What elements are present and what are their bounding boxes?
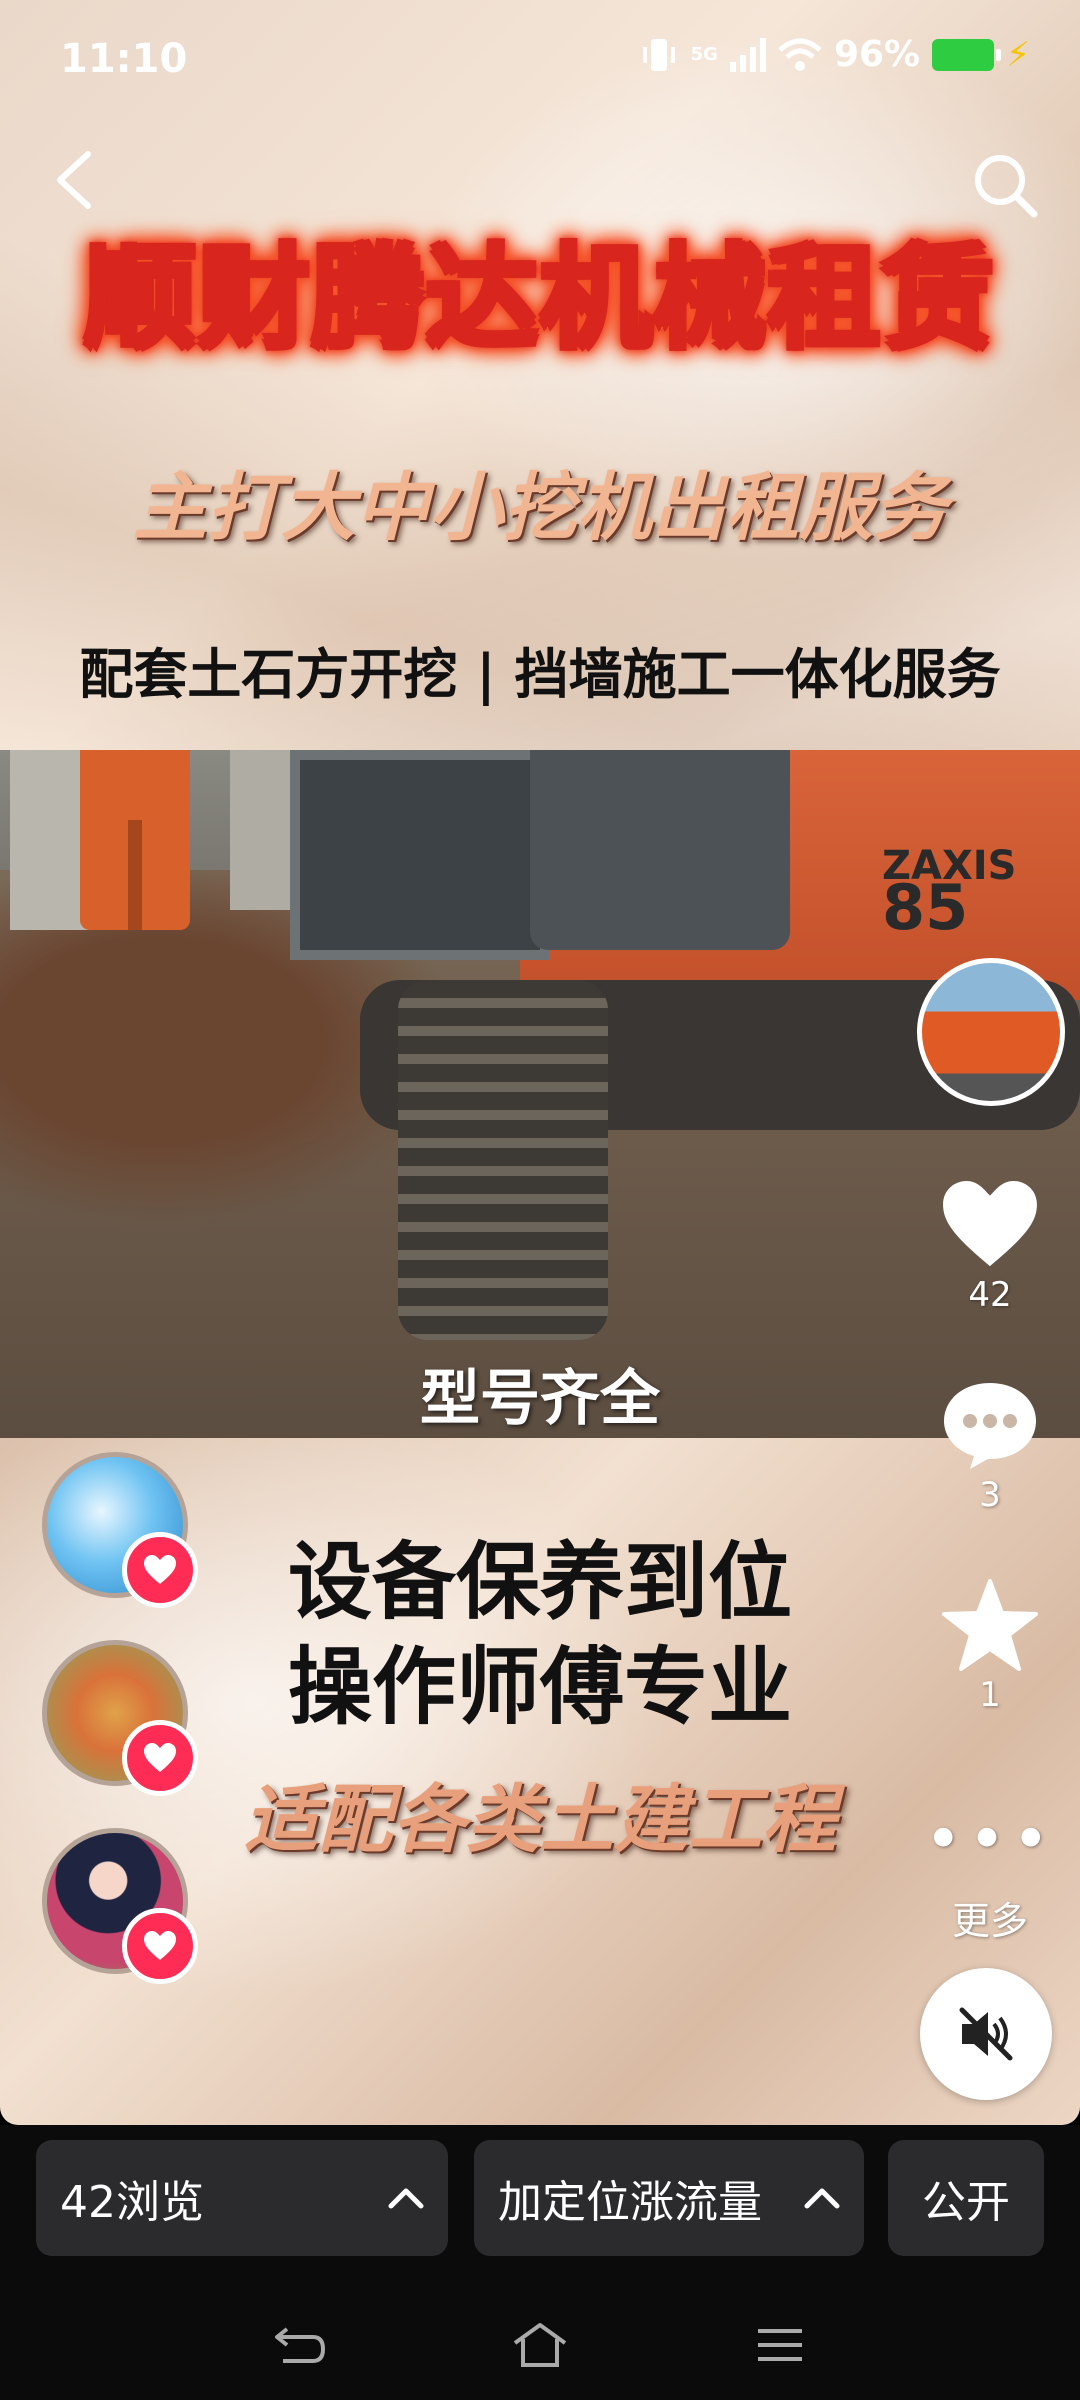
excavator-cab xyxy=(290,750,550,960)
excavator-photo: ZAXIS 85 型号齐全 xyxy=(0,750,1080,1438)
photo-caption: 型号齐全 xyxy=(420,1364,660,1434)
bottom-bar: 42浏览 加定位涨流量 公开 xyxy=(0,2125,1080,2400)
status-bar: 11:10 5G 96% ⚡ xyxy=(0,30,1080,90)
heart-badge-icon xyxy=(122,1532,198,1608)
comment-count: 3 xyxy=(979,1475,1001,1515)
nav-home-icon xyxy=(513,2323,567,2367)
like-button[interactable]: 42 xyxy=(930,1175,1050,1315)
visibility-button[interactable]: 公开 xyxy=(888,2140,1044,2256)
views-button[interactable]: 42浏览 xyxy=(36,2140,448,2256)
nav-menu-icon xyxy=(758,2329,802,2361)
photo-worker xyxy=(80,750,190,930)
back-icon[interactable] xyxy=(50,150,96,210)
vibrate-icon xyxy=(642,38,675,71)
chevron-up-icon xyxy=(804,2188,840,2209)
heart-icon xyxy=(943,1181,1037,1267)
comment-icon xyxy=(944,1383,1036,1469)
visibility-label: 公开 xyxy=(922,2177,1010,2228)
nav-menu-button[interactable] xyxy=(740,2305,820,2385)
comment-button[interactable]: 3 xyxy=(930,1375,1050,1515)
excavator-track xyxy=(398,980,608,1340)
status-time: 11:10 xyxy=(60,36,188,82)
photo-pole xyxy=(10,750,90,930)
favorite-button[interactable]: 1 xyxy=(930,1575,1050,1715)
more-icon: ••• xyxy=(924,1803,1056,1877)
brand-model: 85 xyxy=(882,871,969,944)
photo-pole xyxy=(230,750,290,910)
status-icons: 5G 96% ⚡ xyxy=(639,34,1030,75)
favorite-count: 1 xyxy=(979,1675,1001,1715)
promote-location-button[interactable]: 加定位涨流量 xyxy=(474,2140,864,2256)
poster-services-line: 配套土石方开挖 | 挡墙施工一体化服务 xyxy=(79,642,1001,706)
views-label: 42浏览 xyxy=(60,2177,204,2228)
excavator-door xyxy=(530,750,790,950)
more-button[interactable]: ••• 更多 xyxy=(924,1790,1056,1945)
star-icon xyxy=(942,1579,1038,1671)
more-label: 更多 xyxy=(951,1899,1028,1943)
poster-subtitle: 主打大中小挖机出租服务 xyxy=(133,465,947,551)
nav-back-button[interactable] xyxy=(260,2305,340,2385)
nav-back-icon xyxy=(275,2327,326,2363)
wifi-icon xyxy=(778,38,822,71)
promote-label: 加定位涨流量 xyxy=(498,2177,762,2228)
poster-title: 顺财腾达机械租赁 xyxy=(0,208,1080,370)
mute-button[interactable] xyxy=(920,1968,1052,2100)
signal-icon xyxy=(729,37,766,72)
heart-badge-icon xyxy=(122,1720,198,1796)
battery-icon xyxy=(932,38,1002,71)
system-nav-bar xyxy=(0,2305,1080,2385)
charging-icon: ⚡ xyxy=(1006,34,1030,75)
mute-icon xyxy=(959,2007,1013,2061)
video-canvas[interactable]: 11:10 5G 96% ⚡ 顺财腾达机械租赁 主打大中小挖机出租服务 配套土石… xyxy=(0,0,1080,2125)
network-type: 5G xyxy=(690,44,718,65)
nav-home-button[interactable] xyxy=(500,2305,580,2385)
excavator-brand: ZAXIS 85 xyxy=(882,845,1017,944)
heart-badge-icon xyxy=(122,1908,198,1984)
creator-avatar[interactable] xyxy=(917,958,1065,1106)
battery-percent: 96% xyxy=(833,34,921,75)
like-count: 42 xyxy=(968,1275,1012,1315)
chevron-up-icon xyxy=(388,2188,424,2209)
